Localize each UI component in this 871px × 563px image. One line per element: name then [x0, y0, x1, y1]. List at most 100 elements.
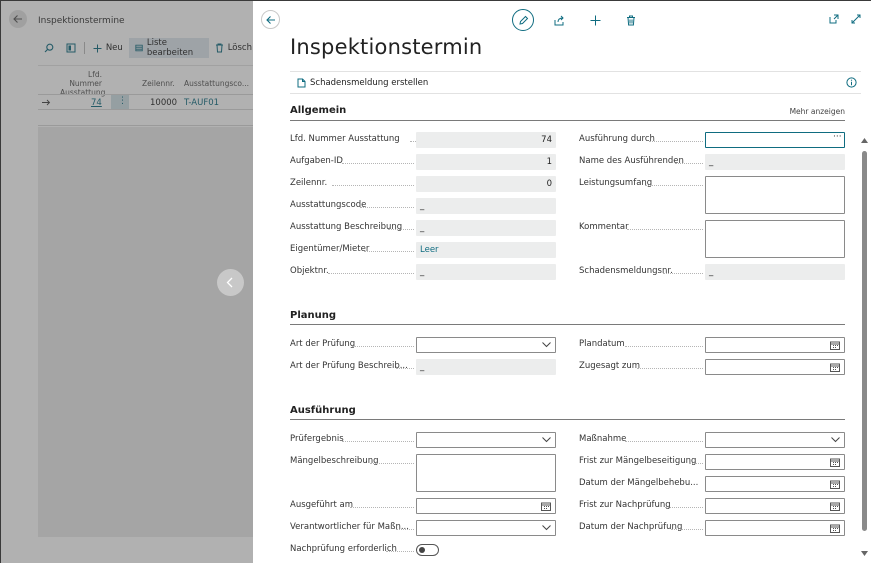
section-title-ausfuehrung[interactable]: Ausführung [290, 405, 356, 416]
field-label: Ausgeführt am [290, 500, 354, 510]
delete-button[interactable] [620, 9, 642, 31]
plus-icon [590, 15, 600, 25]
value-schadensmeldungsnr: _ [705, 264, 845, 280]
lookup-ellipsis-icon[interactable]: ··· [833, 132, 842, 142]
section-divider [290, 324, 845, 325]
art-der-pruefung-select[interactable] [416, 337, 556, 353]
calendar-icon[interactable] [830, 341, 840, 350]
field-aufgaben-id: Aufgaben-ID 1 [290, 154, 556, 170]
maengelbeschreibung-textarea[interactable] [416, 454, 556, 492]
field-label: Plandatum [579, 339, 625, 349]
section-title-planung[interactable]: Planung [290, 310, 336, 321]
previous-record-button[interactable] [217, 269, 244, 296]
value-zeilennr: 0 [416, 176, 556, 192]
modal-overlay [1, 1, 253, 563]
chevron-left-icon [226, 277, 233, 288]
datum-maengelbehebung-input[interactable] [705, 476, 845, 492]
back-arrow-icon [266, 16, 275, 24]
field-label: Ausführung durch [579, 134, 655, 144]
expand-icon[interactable] [851, 14, 861, 24]
panel-back-button[interactable] [261, 10, 280, 29]
toggle-knob [419, 547, 425, 553]
field-plandatum: Plandatum [579, 337, 845, 353]
field-label: Prüfergebnis [290, 434, 344, 444]
field-maengelbeschreibung: Mängelbeschreibung [290, 454, 556, 492]
field-label: Zugesagt zum [579, 361, 641, 371]
field-zeilennr: Zeilennr. 0 [290, 176, 556, 192]
kommentar-textarea[interactable] [705, 220, 845, 258]
value-ausstattungscode: _ [416, 198, 556, 214]
value-lfd-nummer-ausstattung: 74 [416, 132, 556, 148]
field-label: Maßnahme [579, 434, 627, 444]
field-nachpruefung-erforderlich: Nachprüfung erforderlich [290, 542, 556, 558]
field-eigentuemer-mieter: Eigentümer/Mieter Leer [290, 242, 556, 258]
section-divider [290, 419, 845, 420]
massnahme-select[interactable] [705, 432, 845, 448]
field-ausfuehrung-durch: Ausführung durch ··· [579, 132, 845, 148]
field-ausstattung-beschreibung: Ausstattung Beschreibung _ [290, 220, 556, 236]
field-label: Frist zur Mängelbeseitigung [579, 456, 697, 466]
field-leistungsumfang: Leistungsumfang [579, 176, 845, 214]
section-divider [290, 120, 845, 121]
field-massnahme: Maßnahme [579, 432, 845, 448]
ausfuehrung-durch-input[interactable] [705, 132, 845, 148]
pruefergebnis-select[interactable] [416, 432, 556, 448]
ausgefuehrt-am-input[interactable] [416, 498, 556, 514]
info-icon[interactable] [846, 77, 857, 88]
chevron-down-icon [542, 437, 551, 443]
field-label: Lfd. Nummer Ausstattung [290, 134, 400, 144]
calendar-icon[interactable] [830, 363, 840, 372]
show-more-link[interactable]: Mehr anzeigen [790, 107, 845, 116]
calendar-icon[interactable] [830, 480, 840, 489]
field-label: Leistungsumfang [579, 178, 653, 188]
field-name-des-ausfuehrenden: Name des Ausführenden _ [579, 154, 845, 170]
trash-icon [627, 15, 635, 25]
window-controls [829, 14, 861, 24]
chevron-down-icon [831, 437, 840, 443]
verantwortlicher-select[interactable] [416, 520, 556, 536]
field-label: Art der Prüfung [290, 339, 356, 349]
field-ausgefuehrt-am: Ausgeführt am [290, 498, 556, 514]
field-label: Ausstattung Beschreibung [290, 222, 403, 232]
field-datum-maengelbehebung: Datum der Mängelbehebu... [579, 476, 845, 492]
field-art-der-pruefung: Art der Prüfung [290, 337, 556, 353]
plandatum-input[interactable] [705, 337, 845, 353]
share-button[interactable] [548, 9, 570, 31]
vertical-scrollbar[interactable] [862, 151, 867, 531]
frist-nachpruefung-input[interactable] [705, 498, 845, 514]
new-button[interactable] [584, 9, 606, 31]
page-title: Inspektionstermin [290, 35, 483, 59]
nachpruefung-toggle[interactable] [416, 544, 439, 556]
zugesagt-zum-input[interactable] [705, 359, 845, 375]
field-frist-maengelbeseitigung: Frist zur Mängelbeseitigung [579, 454, 845, 470]
datum-nachpruefung-input[interactable] [705, 520, 845, 536]
edit-button[interactable] [512, 9, 534, 31]
share-icon [554, 15, 564, 25]
field-label: Schadensmeldungsnr. [579, 266, 673, 276]
calendar-icon[interactable] [830, 502, 840, 511]
section-title-allgemein[interactable]: Allgemein [290, 105, 346, 116]
leistungsumfang-textarea[interactable] [705, 176, 845, 214]
field-label: Name des Ausführenden [579, 156, 684, 166]
field-verantwortlicher: Verantwortlicher für Maßn... [290, 520, 556, 536]
new-document-icon [297, 78, 306, 87]
field-label: Eigentümer/Mieter [290, 244, 370, 254]
open-new-window-icon[interactable] [829, 14, 839, 24]
field-label: Datum der Nachprüfung [579, 522, 683, 532]
value-eigentuemer-mieter[interactable]: Leer [416, 242, 556, 258]
field-label: Zeilennr. [290, 178, 328, 188]
create-damage-report-button[interactable]: Schadensmeldung erstellen [290, 78, 428, 88]
field-label: Mängelbeschreibung [290, 456, 379, 466]
calendar-icon[interactable] [830, 458, 840, 467]
card-actions [512, 9, 642, 31]
field-label: Frist zur Nachprüfung [579, 500, 671, 510]
field-label: Nachprüfung erforderlich [290, 544, 397, 554]
frist-maengelbeseitigung-input[interactable] [705, 454, 845, 470]
calendar-icon[interactable] [830, 524, 840, 533]
scroll-down-icon[interactable] [861, 551, 868, 556]
chevron-down-icon [542, 342, 551, 348]
create-damage-report-label: Schadensmeldung erstellen [310, 77, 429, 88]
scroll-up-icon[interactable] [861, 138, 868, 143]
calendar-icon[interactable] [541, 502, 551, 511]
field-objektnr: Objektnr. _ [290, 264, 556, 280]
